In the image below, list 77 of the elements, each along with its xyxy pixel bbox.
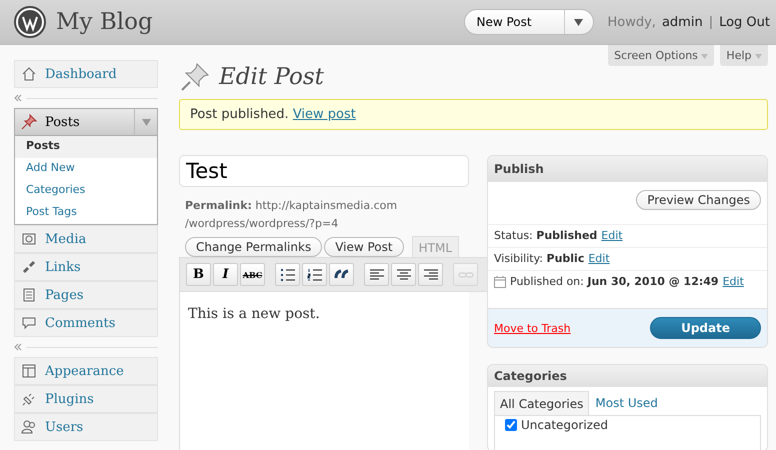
menu-item[interactable]: Media — [14, 225, 158, 253]
edit-link[interactable]: Edit — [601, 229, 623, 242]
preview-button[interactable]: Preview Changes — [636, 190, 761, 210]
pushpin-icon — [21, 114, 37, 130]
collapse-icon[interactable] — [14, 343, 22, 351]
submenu-item[interactable]: Post Tags — [15, 202, 157, 224]
align-center-icon — [396, 268, 412, 282]
submenu-item[interactable]: Categories — [15, 180, 157, 202]
publish-status-text: Published on: Jun 30, 2010 @ 12:49 — [510, 275, 719, 288]
permalink-button[interactable]: View Post — [324, 237, 404, 257]
right-button[interactable] — [418, 263, 443, 286]
caret-icon — [142, 118, 150, 126]
media-icon — [21, 231, 37, 247]
numbered-list-icon — [306, 268, 322, 282]
publish-status-text: Status: Published — [494, 229, 598, 242]
publish-status-text: Visibility: Public — [494, 252, 584, 265]
username-link[interactable]: admin — [662, 14, 703, 30]
menu-item[interactable]: Pages — [14, 281, 158, 309]
page-title: Edit Post — [219, 64, 324, 90]
edit-link[interactable]: Edit — [588, 252, 610, 265]
plug-icon — [21, 391, 37, 407]
submenu-item[interactable]: Add New — [15, 158, 157, 180]
bulleted-list-icon — [280, 268, 296, 282]
category-checkbox[interactable] — [505, 419, 517, 431]
link-icon — [21, 259, 37, 275]
pushpin-icon — [179, 61, 211, 93]
screen-tab[interactable]: Screen Options — [608, 45, 714, 66]
notice-text: Post published. View post — [190, 107, 356, 122]
category-label: Uncategorized — [521, 418, 608, 432]
category-tab[interactable]: All Categories — [494, 391, 590, 415]
post-content: This is a new post. — [188, 306, 321, 322]
strike-button[interactable]: ABC — [240, 263, 265, 286]
permalink-button[interactable]: Change Permalinks — [185, 237, 322, 257]
pages-icon — [21, 287, 37, 303]
italic-button[interactable]: I — [213, 263, 238, 286]
menu-item[interactable]: Users — [14, 413, 158, 441]
permalink-text: Permalink: http://kaptainsmedia.com /wordpress/wordpress/?p=4 — [184, 198, 398, 232]
bold-button[interactable]: B — [186, 263, 211, 286]
panel-title: Categories — [488, 365, 767, 387]
users-icon — [21, 419, 37, 435]
bullets-button[interactable] — [275, 263, 300, 286]
title-input[interactable]: Test — [179, 155, 469, 187]
caret-icon — [574, 18, 583, 26]
calendar-icon — [494, 275, 506, 288]
logout-link[interactable]: Log Out — [719, 14, 770, 30]
screen-tab[interactable]: Help — [720, 45, 768, 66]
menu-item[interactable]: Plugins — [14, 385, 158, 413]
trash-link[interactable]: Move to Trash — [494, 322, 571, 334]
menu-item[interactable]: Links — [14, 253, 158, 281]
wordpress-logo-icon — [14, 6, 46, 38]
appearance-icon — [21, 363, 37, 379]
comment-icon — [21, 315, 37, 331]
separator-text: | — [708, 14, 714, 30]
center-button[interactable] — [391, 263, 416, 286]
greeting-text: Howdy, — [608, 14, 656, 30]
submenu-item[interactable]: Posts — [15, 136, 157, 158]
menu-item[interactable]: Comments — [14, 309, 158, 337]
editor-area[interactable]: This is a new post. — [179, 292, 469, 450]
category-tab[interactable]: Most Used — [589, 391, 664, 415]
menu-item[interactable]: Appearance — [14, 357, 158, 385]
view-post-link[interactable]: View post — [292, 107, 356, 122]
panel-title: Publish — [488, 156, 767, 182]
quote-button[interactable] — [329, 263, 354, 286]
update-button[interactable]: Update — [650, 317, 761, 339]
caret-icon — [755, 54, 762, 59]
menu-item[interactable]: Dashboard — [14, 60, 158, 88]
align-right-icon — [422, 268, 438, 282]
numbers-button[interactable] — [302, 263, 327, 286]
collapse-icon[interactable] — [14, 94, 22, 102]
menu-item[interactable]: Posts — [14, 108, 158, 136]
edit-link[interactable]: Edit — [722, 275, 744, 288]
dashboard-icon — [21, 66, 37, 82]
caret-icon — [701, 54, 708, 59]
left-button[interactable] — [364, 263, 389, 286]
site-title[interactable]: My Blog — [56, 9, 153, 35]
new-post-dropdown[interactable]: New Post — [464, 9, 594, 35]
align-left-icon — [368, 268, 384, 282]
